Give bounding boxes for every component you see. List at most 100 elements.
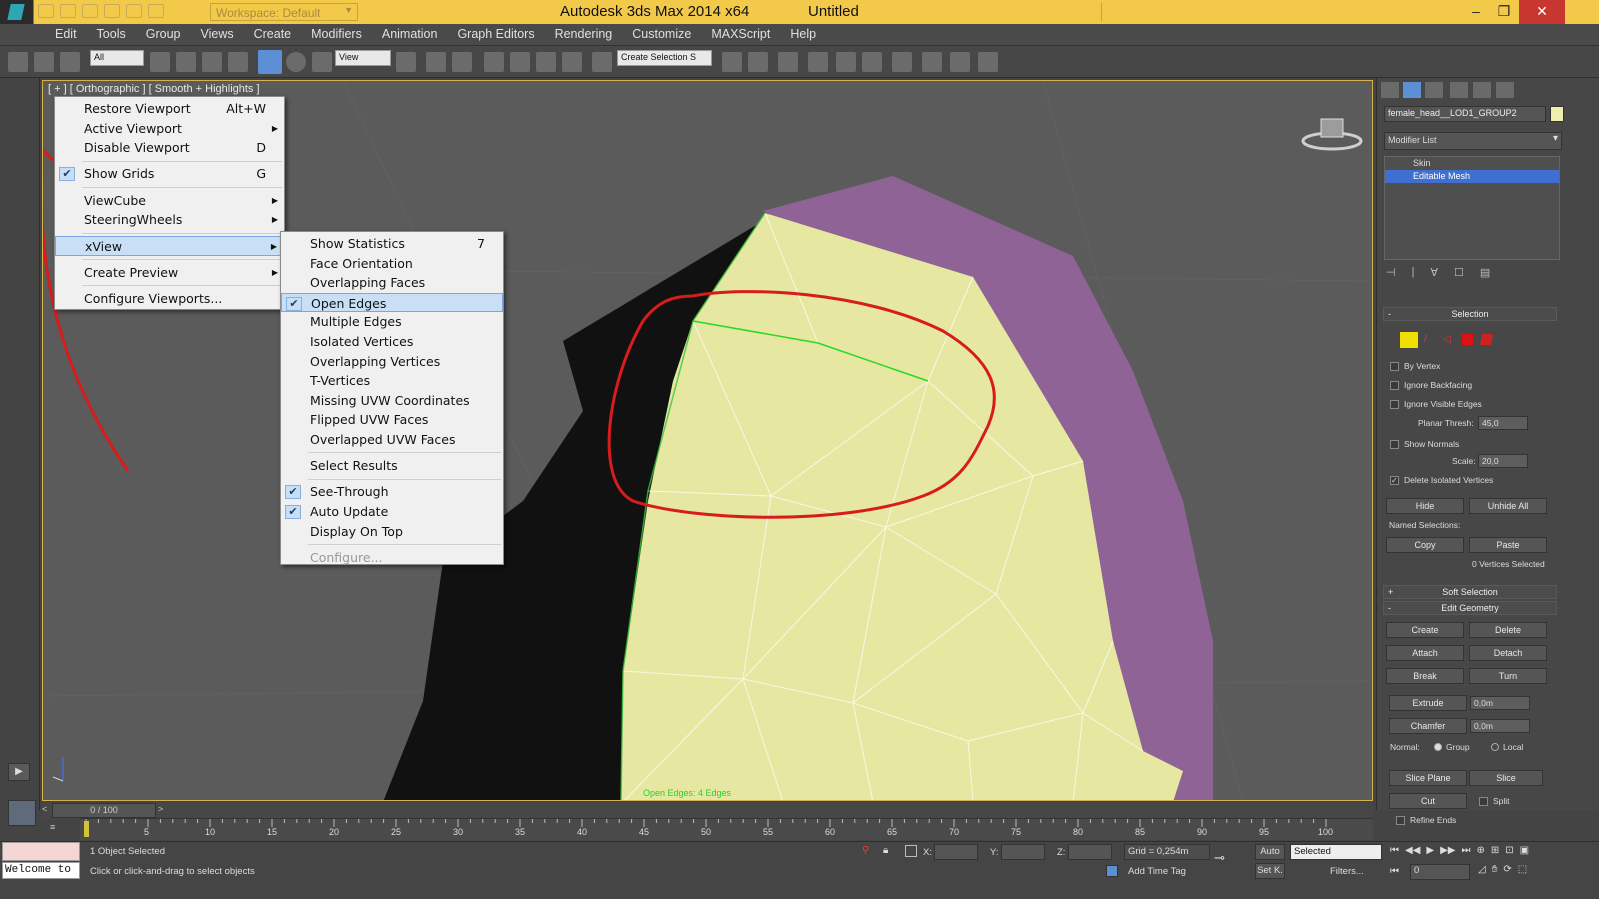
- refine-ends-checkbox[interactable]: [1396, 816, 1405, 825]
- save-file-icon[interactable]: [82, 4, 98, 18]
- key-filters-button[interactable]: Filters...: [1330, 866, 1364, 877]
- local-radio[interactable]: [1491, 743, 1499, 751]
- maximize-viewport-icon[interactable]: ⬚: [1518, 864, 1527, 880]
- menu-show-statistics[interactable]: Show Statistics 7: [281, 234, 503, 254]
- delete-isolated-checkbox[interactable]: ✓: [1390, 476, 1399, 485]
- menu-display-on-top[interactable]: Display On Top: [281, 522, 503, 542]
- edge-mode-icon[interactable]: /: [1424, 334, 1436, 346]
- key-mode-toggle-icon[interactable]: ⏮: [1390, 866, 1399, 877]
- z-coordinate-field[interactable]: [1068, 844, 1112, 860]
- modifier-list-dropdown[interactable]: Modifier List ▾: [1384, 132, 1562, 150]
- slice-plane-button[interactable]: Slice Plane: [1389, 770, 1467, 786]
- menu-overlapping-faces[interactable]: Overlapping Faces: [281, 273, 503, 293]
- polygon-mode-icon[interactable]: [1462, 334, 1473, 345]
- maxscript-output[interactable]: Welcome to: [2, 862, 80, 879]
- move-icon[interactable]: [258, 50, 282, 74]
- cut-button[interactable]: Cut: [1389, 793, 1467, 809]
- menu-t-vertices[interactable]: T-Vertices: [281, 371, 503, 391]
- paste-button[interactable]: Paste: [1469, 537, 1547, 553]
- next-frame-icon[interactable]: ▶︎▶︎: [1440, 845, 1455, 859]
- snaps-toggle-icon[interactable]: [484, 52, 504, 72]
- select-object-icon[interactable]: [150, 52, 170, 72]
- menu-viewcube[interactable]: ViewCube ▶: [55, 191, 284, 211]
- menu-steeringwheels[interactable]: SteeringWheels ▶: [55, 210, 284, 230]
- isolate-selection-icon[interactable]: ⚲: [862, 845, 872, 857]
- motion-tab-icon[interactable]: [1450, 82, 1468, 98]
- edit-named-selection-icon[interactable]: [592, 52, 612, 72]
- selection-filter-dropdown[interactable]: All: [90, 50, 144, 66]
- render-production-icon[interactable]: [978, 52, 998, 72]
- undo-icon[interactable]: [104, 4, 120, 18]
- close-button[interactable]: ✕: [1519, 0, 1565, 24]
- time-slider[interactable]: [42, 803, 1373, 819]
- copy-button[interactable]: Copy: [1386, 537, 1464, 553]
- group-radio[interactable]: [1434, 743, 1442, 751]
- ignore-backfacing-checkbox[interactable]: [1390, 381, 1399, 390]
- app-logo-icon[interactable]: [0, 0, 34, 24]
- menu-graph-editors[interactable]: Graph Editors: [448, 24, 543, 45]
- play-icon[interactable]: ▶: [1426, 845, 1434, 859]
- selection-rollout-header[interactable]: - Selection: [1383, 307, 1557, 321]
- redo-icon[interactable]: [126, 4, 142, 18]
- edit-geometry-rollout-header[interactable]: - Edit Geometry: [1383, 601, 1557, 615]
- menu-show-grids[interactable]: ✔ Show Grids G: [55, 164, 284, 184]
- chamfer-button[interactable]: Chamfer: [1389, 718, 1467, 734]
- link-icon[interactable]: [8, 52, 28, 72]
- menu-help[interactable]: Help: [781, 24, 825, 45]
- menu-xview[interactable]: xView ▶: [55, 236, 284, 256]
- menu-restore-viewport[interactable]: Restore Viewport Alt+W: [55, 99, 284, 119]
- selection-lock-icon[interactable]: 🔒︎: [883, 845, 893, 857]
- window-crossing-icon[interactable]: [228, 52, 248, 72]
- face-mode-icon[interactable]: ◁: [1443, 334, 1455, 346]
- track-bar[interactable]: 5 10 15 20 25 30 35 40 45 50 55 60 65 70…: [80, 818, 1373, 840]
- workspace-dropdown[interactable]: Workspace: Default ▼: [210, 3, 358, 21]
- new-file-icon[interactable]: [38, 4, 54, 18]
- stack-item-skin[interactable]: Skin: [1385, 157, 1559, 170]
- split-checkbox[interactable]: [1479, 797, 1488, 806]
- orbit-icon[interactable]: ⟳: [1503, 864, 1511, 880]
- remove-modifier-icon[interactable]: ☐: [1454, 266, 1464, 282]
- percent-snap-icon[interactable]: [536, 52, 556, 72]
- spinner-snap-icon[interactable]: [562, 52, 582, 72]
- add-time-tag[interactable]: Add Time Tag: [1128, 866, 1186, 877]
- reference-coord-dropdown[interactable]: View: [335, 50, 391, 66]
- vertex-mode-icon[interactable]: [1400, 332, 1418, 348]
- absolute-relative-toggle-icon[interactable]: [905, 845, 917, 857]
- stack-item-editable-mesh[interactable]: Editable Mesh: [1385, 170, 1559, 183]
- bind-space-warp-icon[interactable]: [60, 52, 80, 72]
- open-file-icon[interactable]: [60, 4, 76, 18]
- menu-customize[interactable]: Customize: [623, 24, 700, 45]
- expand-panel-icon[interactable]: ▶: [8, 763, 30, 781]
- set-key-icon[interactable]: ⊸: [1214, 850, 1238, 865]
- break-button[interactable]: Break: [1386, 668, 1464, 684]
- utilities-tab-icon[interactable]: [1496, 82, 1514, 98]
- object-name-field[interactable]: female_head__LOD1_GROUP2: [1384, 106, 1546, 122]
- configure-modifier-sets-icon[interactable]: ▤: [1480, 266, 1490, 282]
- unhide-all-button[interactable]: Unhide All: [1469, 498, 1547, 514]
- go-to-start-icon[interactable]: ⏮: [1390, 845, 1399, 859]
- ignore-visible-edges-checkbox[interactable]: [1390, 400, 1399, 409]
- select-by-name-icon[interactable]: [176, 52, 196, 72]
- scale-spinner[interactable]: 20,0: [1478, 454, 1528, 468]
- menu-flipped-uvw[interactable]: Flipped UVW Faces: [281, 410, 503, 430]
- minimize-button[interactable]: –: [1462, 0, 1490, 24]
- zoom-extents-icon[interactable]: ⊡: [1505, 845, 1513, 859]
- maximize-button[interactable]: ❐: [1490, 0, 1518, 24]
- detach-button[interactable]: Detach: [1469, 645, 1547, 661]
- by-vertex-checkbox[interactable]: [1390, 362, 1399, 371]
- auto-key-button[interactable]: Auto: [1255, 844, 1285, 860]
- display-tab-icon[interactable]: [1473, 82, 1491, 98]
- show-normals-checkbox[interactable]: [1390, 440, 1399, 449]
- hierarchy-tab-icon[interactable]: [1425, 82, 1443, 98]
- make-unique-icon[interactable]: ∀: [1430, 266, 1438, 282]
- attach-button[interactable]: Attach: [1386, 645, 1464, 661]
- menu-modifiers[interactable]: Modifiers: [302, 24, 371, 45]
- create-tab-icon[interactable]: [1381, 82, 1399, 98]
- schematic-view-icon[interactable]: [862, 52, 882, 72]
- x-coordinate-field[interactable]: [934, 844, 978, 860]
- modify-tab-icon[interactable]: [1403, 82, 1421, 98]
- viewcube-icon[interactable]: [1301, 111, 1363, 153]
- time-prev-icon[interactable]: <: [42, 804, 47, 814]
- menu-active-viewport[interactable]: Active Viewport ▶: [55, 119, 284, 139]
- menu-tools[interactable]: Tools: [88, 24, 135, 45]
